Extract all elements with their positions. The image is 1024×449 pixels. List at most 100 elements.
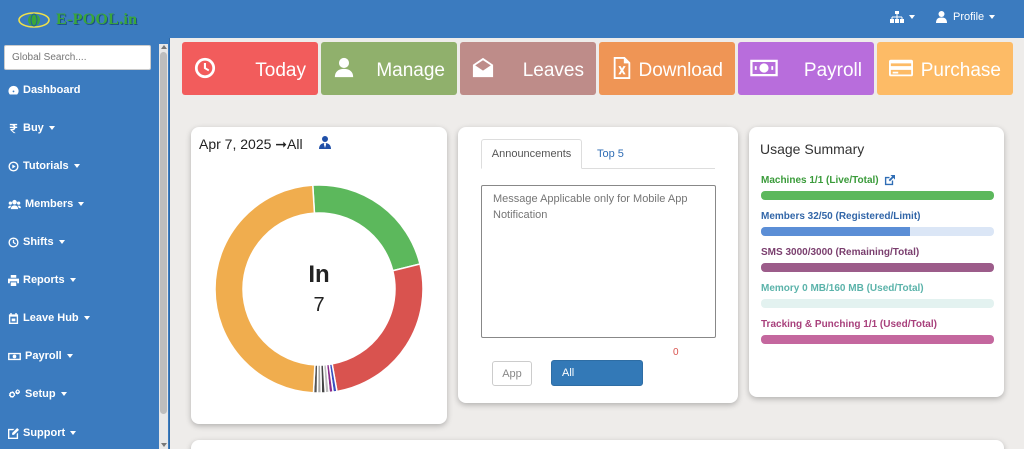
tile-purchase[interactable]: Purchase [877,42,1013,95]
dashboard-icon [8,85,19,94]
donut-segment[interactable] [311,184,421,272]
credit-card-icon [889,59,913,77]
sidebar-item-label: Payroll [25,350,62,362]
sidebar-item-members[interactable]: Members [8,198,85,210]
chevron-down-icon [69,278,76,282]
user-icon [936,11,947,23]
top-navbar: E-POOL.in Profile [0,0,1024,38]
chevron-down-icon [58,240,65,244]
usage-row-sms: SMS 3000/3000 (Remaining/Total) [761,247,994,272]
brand-name: E-POOL.in [56,11,138,28]
sidebar-item-label: Shifts [23,236,54,248]
chevron-down-icon [48,126,55,130]
clock-icon [194,57,216,79]
sidebar-item-label: Buy [23,122,44,134]
usage-progress-bar [761,335,994,344]
tile-payroll[interactable]: Payroll [738,42,874,95]
attendance-date: Apr 7, 2025 [199,136,272,152]
tab-top-5[interactable]: Top 5 [597,148,624,160]
sidebar-item-setup[interactable]: Setup [8,388,67,400]
scroll-up-icon[interactable] [161,45,167,49]
sidebar-item-tutorials[interactable]: Tutorials [8,160,80,172]
scroll-down-icon[interactable] [161,443,167,447]
tile-leaves[interactable]: Leaves [460,42,596,95]
usage-row-machines: Machines 1/1 (Live/Total) [761,175,994,200]
chevron-down-icon [83,316,90,320]
sidebar-item-payroll[interactable]: Payroll [8,350,73,362]
usage-progress-bar [761,191,994,200]
bottom-card [191,440,1004,449]
usage-label: Machines 1/1 (Live/Total) [761,175,879,186]
money-icon [8,352,21,360]
envelope-open-icon [472,57,494,78]
sidebar-item-buy[interactable]: Buy [8,122,55,134]
profile-label: Profile [953,11,985,23]
donut-center-label: In [308,261,330,288]
attendance-donut-chart [214,184,424,394]
usage-progress-fill [761,263,994,272]
chevron-down-icon [66,354,73,358]
tile-label: Payroll [803,60,862,81]
scrollbar-thumb[interactable] [160,52,167,414]
users-icon [8,199,21,209]
sidebar-item-dashboard[interactable]: Dashboard [8,84,80,96]
sidebar-item-shifts[interactable]: Shifts [8,236,65,248]
chevron-down-icon [70,431,77,435]
chevron-down-icon [60,392,67,396]
user-icon [334,57,354,78]
brand-logo[interactable]: E-POOL.in [18,7,138,33]
sidebar-scrollbar[interactable] [159,44,168,449]
announcements-card: Announcements Top 5 0 App All [458,127,738,403]
profile-menu[interactable]: Profile [936,11,996,23]
sidebar-item-label: Leave Hub [23,312,79,324]
attendance-scope[interactable]: All [287,136,303,152]
usage-label: Memory 0 MB/160 MB (Used/Total) [761,283,924,294]
tab-announcements[interactable]: Announcements [481,139,582,169]
tile-download[interactable]: Download [599,42,735,95]
chevron-down-icon [909,15,915,19]
tile-today[interactable]: Today [182,42,318,95]
tile-manage[interactable]: Manage [321,42,457,95]
app-button[interactable]: App [492,361,532,386]
usage-row-memory: Memory 0 MB/160 MB (Used/Total) [761,283,994,308]
chevron-down-icon [989,15,996,19]
excel-file-icon [613,57,631,79]
user-tie-icon[interactable] [318,135,332,149]
sidebar-item-label: Tutorials [23,160,69,172]
donut-center-value: 7 [313,294,325,316]
edit-icon [8,427,19,439]
sidebar-item-leave-hub[interactable]: Leave Hub [8,312,90,324]
usage-label: Members 32/50 (Registered/Limit) [761,211,921,222]
global-search-input[interactable] [4,45,151,70]
globe-logo-icon [18,12,50,28]
sidebar-item-reports[interactable]: Reports [8,274,76,286]
clock-icon [8,236,19,248]
play-circle-icon [8,160,19,172]
usage-label: SMS 3000/3000 (Remaining/Total) [761,247,920,258]
org-menu-toggle[interactable] [890,11,915,23]
arrow-right-icon: ➞ [275,136,288,152]
attendance-header: Apr 7, 2025 ➞All [199,136,303,153]
calendar-icon [8,312,19,324]
money-icon [750,59,778,77]
print-icon [8,274,19,286]
sidebar-item-label: Members [25,198,74,210]
sidebar-item-label: Reports [23,274,65,286]
message-textarea[interactable] [481,185,716,338]
usage-progress-bar [761,227,994,236]
sidebar-item-label: Dashboard [23,84,81,96]
sidebar-item-support[interactable]: Support [8,427,77,439]
tile-label: Today [255,60,306,81]
usage-progress-bar [761,299,994,308]
tile-label: Download [638,60,724,81]
char-count: 0 [673,347,679,358]
external-link-icon[interactable] [884,175,895,186]
donut-segment[interactable] [214,184,316,394]
usage-summary-card: Usage Summary Machines 1/1 (Live/Total) … [749,127,1004,397]
usage-label: Tracking & Punching 1/1 (Used/Total) [761,319,937,330]
attendance-card: Apr 7, 2025 ➞All In 7 [191,127,447,424]
sitemap-icon [890,11,904,23]
sidebar-item-label: Setup [25,388,56,400]
all-button[interactable]: All [551,360,643,386]
tile-label: Manage [376,60,445,81]
